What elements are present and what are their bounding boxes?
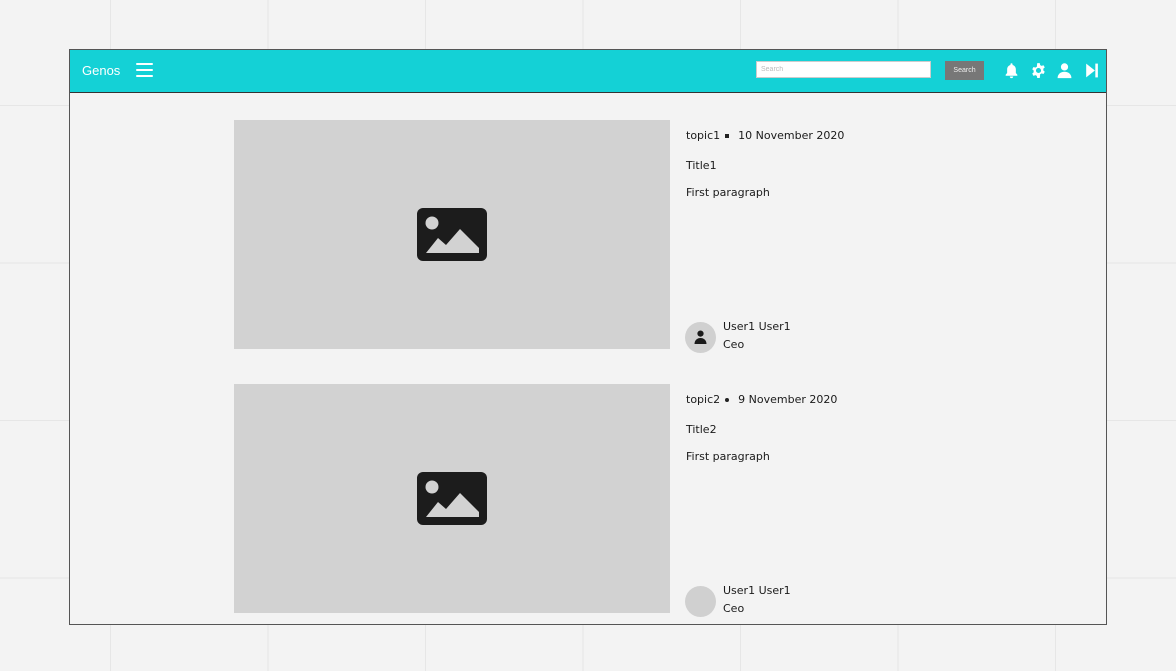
search-button[interactable]: Search bbox=[945, 61, 984, 80]
article-date: 9 November 2020 bbox=[738, 393, 838, 406]
user-icon bbox=[694, 330, 707, 344]
article-card[interactable]: topic2 9 November 2020 Title2 First parag… bbox=[234, 384, 994, 617]
article-paragraph: First paragraph bbox=[686, 450, 770, 463]
brand-logo[interactable]: Genos bbox=[82, 63, 120, 78]
author-name[interactable]: User1 User1 bbox=[723, 320, 791, 333]
article-title[interactable]: Title2 bbox=[686, 423, 717, 436]
article-image[interactable] bbox=[234, 120, 670, 349]
skip-forward-icon[interactable] bbox=[1083, 62, 1100, 79]
app-window: Genos Search topic1 10 November 2020 bbox=[69, 49, 1107, 625]
article-topic[interactable]: topic1 bbox=[686, 129, 720, 142]
article-paragraph: First paragraph bbox=[686, 186, 770, 199]
image-placeholder-icon bbox=[417, 208, 487, 261]
image-placeholder-icon bbox=[417, 472, 487, 525]
article-image[interactable] bbox=[234, 384, 670, 613]
article-card[interactable]: topic1 10 November 2020 Title1 First para… bbox=[234, 120, 994, 353]
author-avatar[interactable] bbox=[685, 322, 716, 353]
article-date: 10 November 2020 bbox=[738, 129, 845, 142]
author-name[interactable]: User1 User1 bbox=[723, 584, 791, 597]
article-topic[interactable]: topic2 bbox=[686, 393, 720, 406]
search-input[interactable] bbox=[756, 61, 931, 78]
gear-icon[interactable] bbox=[1030, 62, 1047, 79]
separator-dot bbox=[725, 133, 730, 138]
top-navbar: Genos Search bbox=[70, 50, 1106, 93]
author-role: Ceo bbox=[723, 602, 745, 615]
author-avatar[interactable] bbox=[685, 586, 716, 617]
user-icon[interactable] bbox=[1056, 62, 1073, 79]
article-title[interactable]: Title1 bbox=[686, 159, 717, 172]
article-meta: topic1 10 November 2020 bbox=[686, 129, 844, 142]
author-role: Ceo bbox=[723, 338, 745, 351]
bell-icon[interactable] bbox=[1003, 62, 1020, 79]
menu-icon[interactable] bbox=[136, 63, 154, 79]
article-meta: topic2 9 November 2020 bbox=[686, 393, 837, 406]
separator-dot bbox=[725, 397, 730, 402]
